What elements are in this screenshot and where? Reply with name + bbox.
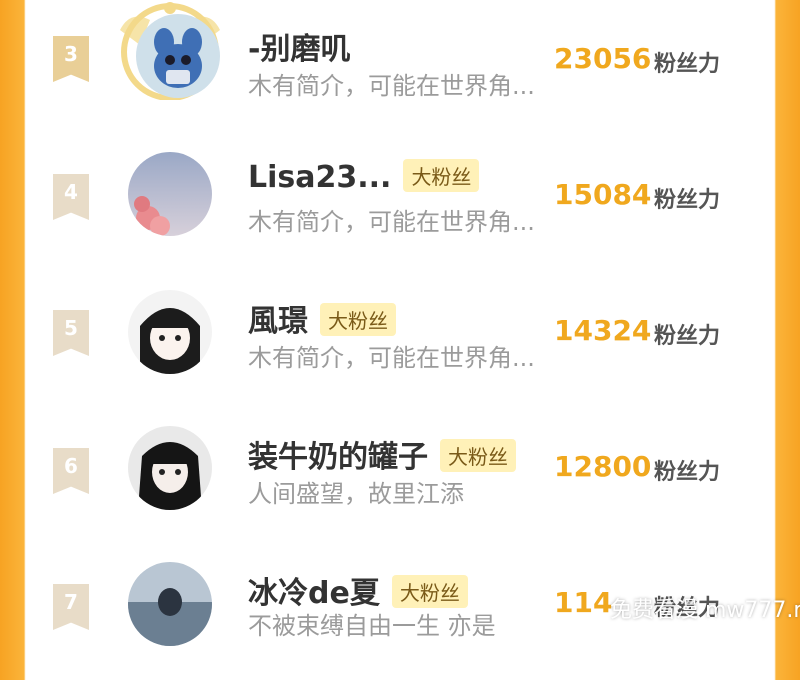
user-bio: 木有简介，可能在世界角... <box>248 344 535 372</box>
fan-score-unit: 粉丝力 <box>654 460 721 485</box>
fan-score: 23056 <box>554 42 652 75</box>
fan-score: 14324 <box>554 314 652 347</box>
rank-ribbon: 6 <box>53 448 89 494</box>
big-fan-badge: 大粉丝 <box>403 159 480 192</box>
user-name[interactable]: 風璟 大粉丝 <box>248 296 396 340</box>
fan-ranking-panel: 3 -别磨叽 木有简介，可能在世界角... 23056 粉丝力 4 Lisa23… <box>26 0 774 646</box>
user-bio: 木有简介，可能在世界角... <box>248 72 535 100</box>
rank-ribbon: 5 <box>53 310 89 356</box>
fan-score-unit: 粉丝力 <box>654 324 721 349</box>
user-bio: 人间盛望，故里江添 <box>248 480 464 508</box>
user-name[interactable]: 装牛奶的罐子 大粉丝 <box>248 432 516 476</box>
avatar[interactable] <box>128 290 212 374</box>
rank-number: 7 <box>64 590 78 614</box>
rank-number: 6 <box>64 454 78 478</box>
fan-score: 15084 <box>554 178 652 211</box>
watermark: 免费看漫 mw777.me <box>610 598 800 623</box>
user-name-text[interactable]: 装牛奶的罐子 <box>248 440 428 475</box>
user-name[interactable]: -别磨叽 <box>248 24 350 68</box>
avatar[interactable] <box>128 426 212 510</box>
avatar[interactable] <box>128 562 212 646</box>
rank-number: 3 <box>64 42 78 66</box>
big-fan-badge: 大粉丝 <box>320 303 396 336</box>
avatar[interactable] <box>128 152 212 236</box>
avatar[interactable] <box>136 14 220 98</box>
big-fan-badge: 大粉丝 <box>391 575 468 608</box>
big-fan-badge: 大粉丝 <box>440 439 516 472</box>
user-name-text[interactable]: 風璟 <box>248 304 308 339</box>
rank-ribbon: 4 <box>53 174 89 220</box>
ranking-row[interactable]: 5 風璟 大粉丝 木有简介，可能在世界角... 14324 粉丝力 <box>26 270 774 400</box>
ranking-row[interactable]: 6 装牛奶的罐子 大粉丝 人间盛望，故里江添 12800 粉丝力 <box>26 410 774 540</box>
user-bio: 木有简介，可能在世界角... <box>248 208 535 236</box>
user-name[interactable]: Lisa23... 大粉丝 <box>248 159 480 195</box>
fan-score-unit: 粉丝力 <box>654 52 721 77</box>
fan-score-unit: 粉丝力 <box>654 188 721 213</box>
user-name-text[interactable]: -别磨叽 <box>248 32 350 67</box>
rank-number: 5 <box>64 316 78 340</box>
fan-score: 114 <box>554 586 613 619</box>
user-name-text[interactable]: Lisa23... <box>248 160 391 195</box>
rank-ribbon: 7 <box>53 584 89 630</box>
rank-ribbon: 3 <box>53 36 89 82</box>
fan-score: 12800 <box>554 450 652 483</box>
rank-number: 4 <box>64 180 78 204</box>
ranking-row[interactable]: 3 -别磨叽 木有简介，可能在世界角... 23056 粉丝力 <box>26 0 774 130</box>
ranking-row[interactable]: 4 Lisa23... 大粉丝 木有简介，可能在世界角... 15084 粉丝力 <box>26 130 774 260</box>
